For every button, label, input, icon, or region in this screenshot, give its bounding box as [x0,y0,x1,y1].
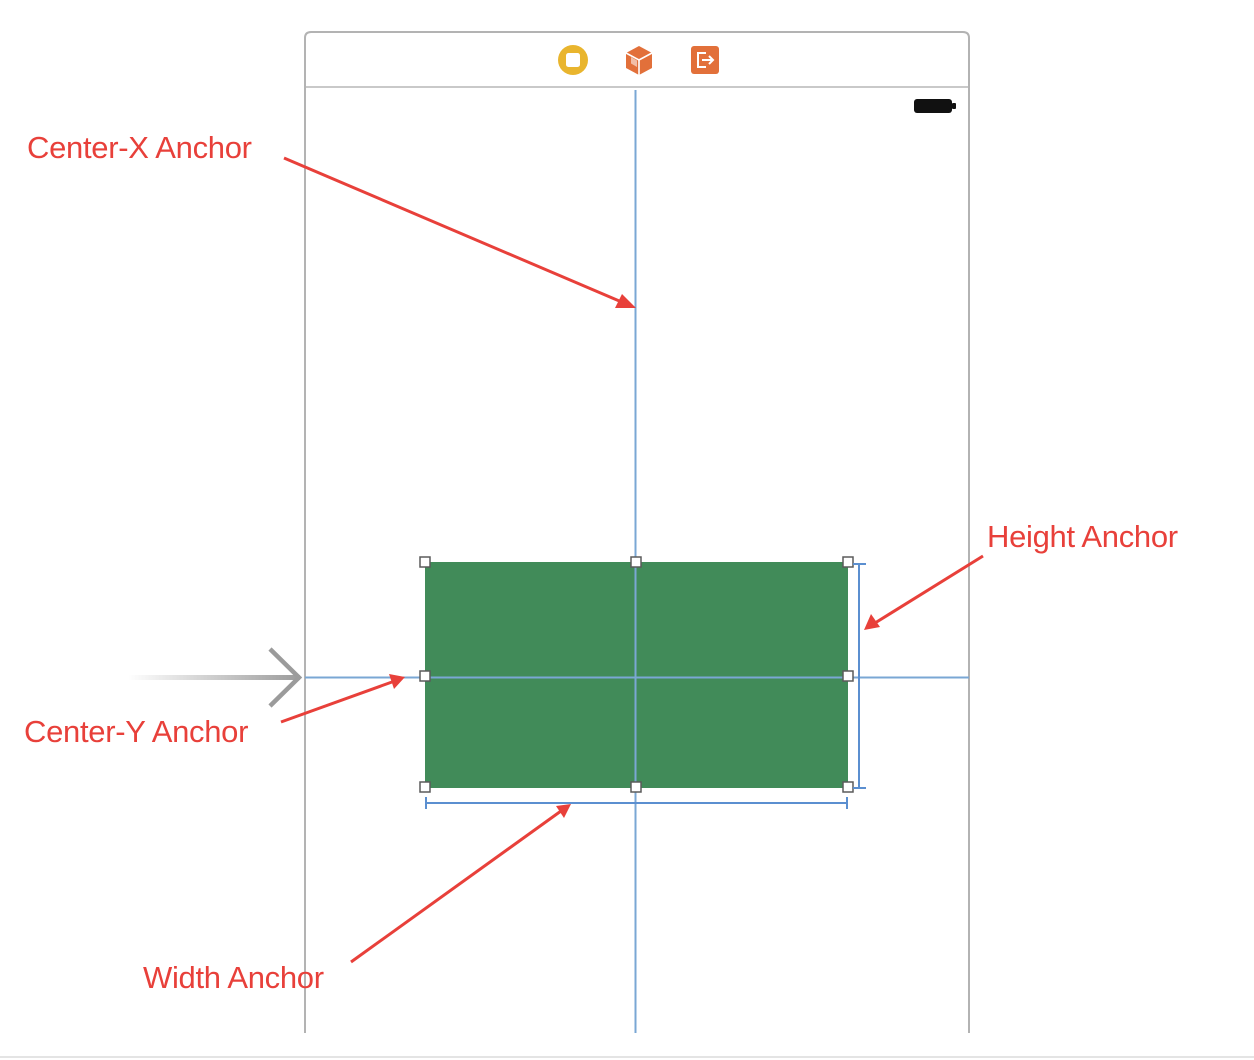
entry-point-arrow-icon[interactable] [128,647,303,708]
resize-handle-right[interactable] [842,670,854,682]
height-anchor-label: Height Anchor [987,519,1178,554]
resize-handle-top[interactable] [630,556,642,568]
resize-handle-left[interactable] [419,670,431,682]
scene-frame[interactable] [304,31,970,1033]
resize-handle-bottom-right[interactable] [842,781,854,793]
exit-icon[interactable] [691,46,719,74]
view-controller-icon[interactable] [558,45,588,75]
resize-handle-top-right[interactable] [842,556,854,568]
center-x-anchor-label: Center-X Anchor [27,130,252,165]
battery-icon [914,99,956,113]
green-view[interactable] [425,562,848,788]
resize-handle-bottom[interactable] [630,781,642,793]
resize-handle-bottom-left[interactable] [419,781,431,793]
width-anchor-label: Width Anchor [143,960,324,995]
resize-handle-top-left[interactable] [419,556,431,568]
center-y-anchor-label: Center-Y Anchor [24,714,249,749]
